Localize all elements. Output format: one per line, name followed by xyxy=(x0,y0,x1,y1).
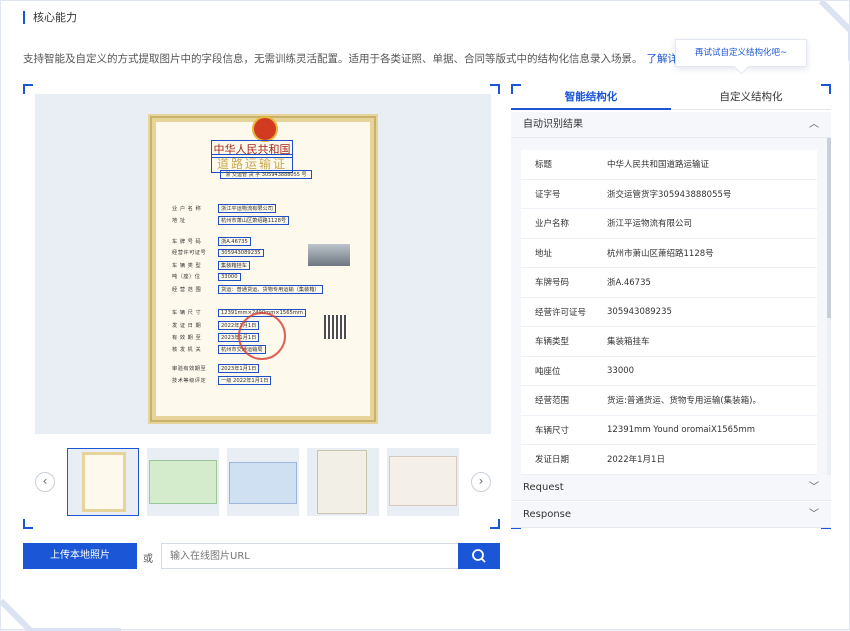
table-row: 吨座位 33000 xyxy=(521,356,817,386)
main-image-preview: 中华人民共和国 道路运输证 浙 交运管 货 字 305943888055 号 业… xyxy=(35,94,491,434)
doc-row: 车 辆 尺 寸 12391mm×2490mm×1565mm xyxy=(172,309,306,317)
thumbnail-item[interactable] xyxy=(387,448,459,516)
doc-row: 车 牌 号 码浙A.46735 xyxy=(172,237,251,246)
upload-local-image-button[interactable]: 上传本地照片 xyxy=(23,543,137,569)
search-icon xyxy=(472,549,486,563)
result-list: 标题 中华人民共和国道路运输证 证字号 浙交运管货字305943888055号 业户… xyxy=(511,138,831,475)
request-accordion[interactable]: Request ﹀ xyxy=(511,475,831,501)
table-row: 车牌号码 浙A.46735 xyxy=(521,268,817,298)
page-frame: 核心能力 支持智能及自定义的方式提取图片中的字段信息，无需训练灵活配置。适用于各… xyxy=(0,0,850,631)
search-button[interactable] xyxy=(458,543,500,569)
doc-cert-number: 浙 交运管 货 字 305943888055 号 xyxy=(220,170,312,179)
table-row: 经营许可证号 305943089235 xyxy=(521,297,817,327)
thumbnail-item[interactable] xyxy=(227,448,299,516)
corner-bracket xyxy=(23,84,33,94)
thumbnail-item[interactable] xyxy=(147,448,219,516)
doc-row: 经营许可证号 305943089235 xyxy=(172,249,264,257)
doc-row: 业 户 名 称浙江平运物流有限公司 xyxy=(172,204,276,213)
custom-structure-tooltip: 再试试自定义结构化吧~ xyxy=(675,39,807,67)
transport-certificate-image: 中华人民共和国 道路运输证 浙 交运管 货 字 305943888055 号 业… xyxy=(148,114,378,424)
thumbnail-strip: ‹ › xyxy=(35,444,491,520)
section-description: 支持智能及自定义的方式提取图片中的字段信息，无需训练灵活配置。适用于各类证照、单… xyxy=(23,51,696,66)
next-arrow-icon[interactable]: › xyxy=(471,472,491,492)
table-row: 证字号 浙交运管货字305943888055号 xyxy=(521,179,817,209)
doc-row: 技术等级评定 一级 2022年1月1日 xyxy=(172,376,272,385)
image-preview-panel: 中华人民共和国 道路运输证 浙 交运管 货 字 305943888055 号 业… xyxy=(23,84,500,529)
table-row: 车辆尺寸 12391mm Yound oromaiX1565mm xyxy=(521,415,817,445)
corner-bracket xyxy=(23,519,33,529)
chevron-down-icon: ﹀ xyxy=(809,509,819,520)
table-row: 业户名称 浙江平运物流有限公司 xyxy=(521,209,817,239)
image-url-input[interactable] xyxy=(161,543,459,569)
table-row: 经营范围 货运:普通货运、货物专用运输(集装箱)。 xyxy=(521,386,817,416)
corner-bracket xyxy=(490,519,500,529)
section-title: 核心能力 xyxy=(23,11,77,24)
scrollbar-thumb[interactable] xyxy=(827,138,831,318)
chevron-up-icon: ︿ xyxy=(809,119,819,130)
corner-decoration xyxy=(1,598,121,631)
doc-row: 地 址杭州市萧山区萧绍路1128号 xyxy=(172,216,290,225)
auto-result-accordion[interactable]: 自动识别结果 ︿ xyxy=(511,112,831,138)
qr-code xyxy=(324,315,348,339)
request-title: Request xyxy=(523,482,564,493)
doc-row: 经 营 范 围货运：普通货运、货物专用运输（集装箱） xyxy=(172,285,323,294)
tab-smart-structure[interactable]: 智能结构化 xyxy=(511,84,671,110)
table-row: 车辆类型 集装箱挂车 xyxy=(521,327,817,357)
thumbnail-item[interactable] xyxy=(67,448,139,516)
auto-result-title: 自动识别结果 xyxy=(523,119,583,130)
response-title: Response xyxy=(523,509,572,520)
or-label: 或 xyxy=(143,554,153,565)
national-emblem-icon xyxy=(252,116,278,142)
prev-arrow-icon[interactable]: ‹ xyxy=(35,472,55,492)
tab-custom-structure[interactable]: 自定义结构化 xyxy=(671,84,831,110)
response-accordion[interactable]: Response ﹀ xyxy=(511,502,831,528)
doc-row: 吨（座）位 33000 xyxy=(172,273,241,281)
result-panel: 智能结构化 自定义结构化 自动识别结果 ︿ 标题 中华人民共和国道路运输证 证字号… xyxy=(511,84,831,529)
result-table: 标题 中华人民共和国道路运输证 证字号 浙交运管货字305943888055号 业户… xyxy=(521,150,817,475)
corner-bracket xyxy=(490,84,500,94)
truck-photo xyxy=(308,244,350,266)
table-row: 标题 中华人民共和国道路运输证 xyxy=(521,150,817,180)
official-seal xyxy=(238,312,286,360)
table-row: 地址 杭州市萧山区萧绍路1128号 xyxy=(521,238,817,268)
structure-tabs: 智能结构化 自定义结构化 xyxy=(511,84,831,110)
table-row: 发证日期 2022年1月1日 xyxy=(521,445,817,475)
chevron-down-icon: ﹀ xyxy=(809,482,819,493)
description-text: 支持智能及自定义的方式提取图片中的字段信息，无需训练灵活配置。适用于各类证照、单… xyxy=(23,53,643,65)
doc-row: 审验有效期至 2023年1月1日 xyxy=(172,364,260,373)
thumbnail-item[interactable] xyxy=(307,448,379,516)
doc-row: 车 辆 类 型集装箱挂车 xyxy=(172,261,250,270)
result-scrollbar[interactable] xyxy=(827,138,831,475)
